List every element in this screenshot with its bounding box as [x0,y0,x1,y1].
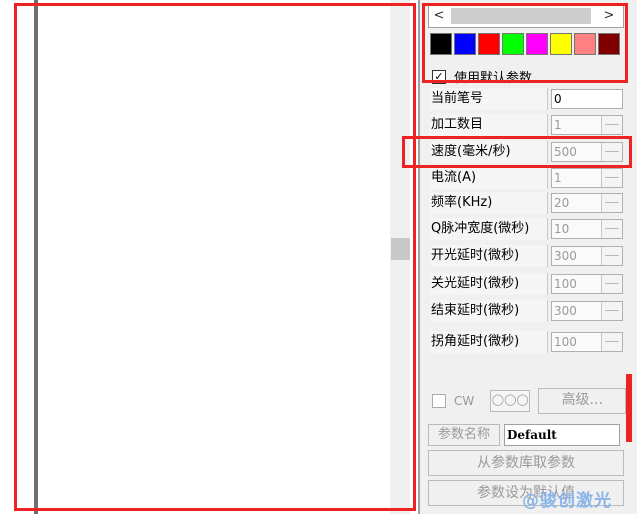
param-value-field[interactable]: 100 [551,332,623,352]
pen-color-swatch[interactable] [550,33,572,55]
pen-color-swatch[interactable] [478,33,500,55]
param-name-row: 参数名称 Default [428,424,620,446]
param-label: 速度(毫米/秒) [430,141,548,163]
pen-list-scrollbar[interactable]: < > [428,4,624,28]
spin-buttons[interactable] [601,194,622,212]
spin-buttons[interactable] [601,275,622,293]
ring-button[interactable]: ◯◯◯ [490,390,531,412]
param-label: 开光延时(微秒) [430,245,548,267]
spin-buttons[interactable] [601,116,622,134]
spin-buttons[interactable] [601,302,622,320]
panel-gap [410,0,418,514]
param-row: 拐角延时(微秒) 100 [430,331,623,353]
param-label: 关光延时(微秒) [430,273,548,295]
param-value: 500 [554,145,577,159]
param-value: 10 [554,222,570,236]
pen-color-swatch[interactable] [430,33,452,55]
cw-row: CW ◯◯◯ 高级... [432,388,627,414]
param-row: 当前笔号 0 [430,88,623,110]
param-label: 电流(A) [430,167,548,189]
param-row: 电流(A) 1 [430,167,623,189]
param-value-field[interactable]: 100 [551,274,623,294]
param-row: 结束延时(微秒) 300 [430,300,623,322]
param-value: 1 [554,171,562,185]
use-default-params-label: 使用默认参数 [454,71,533,86]
param-value: 100 [554,277,577,291]
watermark-text: @骏创激光 [522,491,612,511]
param-value-field[interactable]: 1 [551,168,623,188]
spin-buttons[interactable] [601,247,622,265]
param-row: 速度(毫米/秒) 500 [430,141,623,163]
param-label: 频率(KHz) [430,192,548,214]
pen-color-swatch[interactable] [598,33,620,55]
pen-color-swatch[interactable] [454,33,476,55]
fetch-from-library-button[interactable]: 从参数库取参数 [428,450,624,476]
param-row: 开光延时(微秒) 300 [430,245,623,267]
cw-label: CW [454,394,475,408]
param-label: Q脉冲宽度(微秒) [430,218,548,240]
param-value-field[interactable]: 300 [551,246,623,266]
spin-buttons[interactable] [601,143,622,161]
param-row: 加工数目 1 [430,114,623,136]
param-label: 拐角延时(微秒) [430,331,548,353]
use-default-params-row[interactable]: ✓ 使用默认参数 [432,67,532,86]
param-row: 关光延时(微秒) 100 [430,273,623,295]
param-value: 300 [554,249,577,263]
param-value-field[interactable]: 300 [551,301,623,321]
advanced-button[interactable]: 高级... [538,388,627,414]
pen-color-swatch[interactable] [574,33,596,55]
param-value: 100 [554,335,577,349]
use-default-params-checkbox[interactable]: ✓ [432,69,446,84]
pen-color-swatches [430,33,620,55]
drawing-canvas[interactable] [36,0,390,514]
pen-color-swatch[interactable] [526,33,548,55]
scroll-thumb[interactable] [451,8,591,24]
param-label: 当前笔号 [430,88,548,110]
scroll-indicator-bar [626,374,632,442]
param-label: 加工数目 [430,114,548,136]
param-value-field[interactable]: 20 [551,193,623,213]
param-name-button[interactable]: 参数名称 [428,424,500,446]
param-value: 20 [554,196,570,210]
param-value-field[interactable]: 0 [551,89,623,109]
spin-buttons[interactable] [601,169,622,187]
param-name-field[interactable]: Default [504,424,620,446]
param-label: 结束延时(微秒) [430,300,548,322]
scroll-right-icon[interactable]: > [599,5,619,27]
splitter-grip[interactable] [391,238,410,260]
param-value-field[interactable]: 1 [551,115,623,135]
pen-color-swatch[interactable] [502,33,524,55]
param-value: 1 [554,118,562,132]
param-row: Q脉冲宽度(微秒) 10 [430,218,623,240]
param-value: 0 [554,92,562,106]
param-row: 频率(KHz) 20 [430,192,623,214]
canvas-left-rule [34,0,38,514]
param-value-field[interactable]: 500 [551,142,623,162]
spin-buttons[interactable] [601,333,622,351]
cw-checkbox[interactable] [432,394,446,408]
param-value-field[interactable]: 10 [551,219,623,239]
scroll-left-icon[interactable]: < [429,5,449,27]
param-value: 300 [554,304,577,318]
spin-buttons[interactable] [601,220,622,238]
